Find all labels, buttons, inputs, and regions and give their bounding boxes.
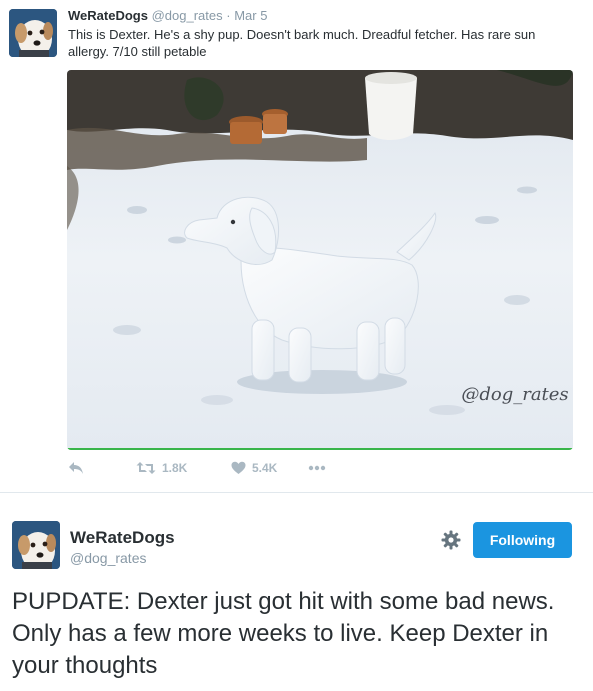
dog-avatar-image [12, 521, 60, 569]
tweet-text: This is Dexter. He's a shy pup. Doesn't … [68, 27, 536, 59]
settings-button[interactable] [440, 529, 462, 551]
like-count: 5.4K [252, 461, 278, 475]
tweet-divider [0, 492, 593, 493]
user-handle[interactable]: @dog_rates [70, 549, 146, 567]
quoted-tweet[interactable]: WeRateDogs @dog_rates · Mar 5 This is De… [0, 0, 593, 492]
tweet-photo[interactable]: @dog_rates [67, 70, 573, 450]
user-name[interactable]: WeRateDogs [70, 528, 175, 548]
avatar[interactable] [12, 521, 60, 569]
snow-dog-photo: @dog_rates [67, 70, 573, 450]
following-button[interactable]: Following [473, 522, 572, 558]
tweet-header: WeRateDogs @dog_rates · Mar 5 [68, 8, 267, 24]
user-name[interactable]: WeRateDogs [68, 8, 148, 23]
like-button[interactable]: 5.4K [231, 458, 277, 478]
reply-button[interactable] [68, 458, 84, 478]
more-button[interactable] [308, 458, 326, 478]
retweet-icon [136, 462, 156, 474]
retweet-button[interactable]: 1.8K [136, 458, 187, 478]
separator-dot: · [226, 8, 231, 23]
photo-watermark: @dog_rates [461, 384, 568, 405]
reply-icon [69, 462, 83, 474]
more-icon [308, 465, 326, 471]
tweet-text: PUPDATE: Dexter just got hit with some b… [12, 588, 555, 679]
gear-icon [441, 530, 461, 550]
tweet-actions: 1.8K 5.4K [68, 458, 368, 478]
retweet-count: 1.8K [162, 461, 188, 475]
avatar[interactable] [9, 9, 57, 57]
tweet-date[interactable]: Mar 5 [234, 8, 267, 23]
user-handle[interactable]: @dog_rates [152, 8, 223, 23]
media-accent-bar [67, 448, 573, 450]
dog-avatar-image [9, 9, 57, 57]
heart-icon [231, 461, 246, 474]
